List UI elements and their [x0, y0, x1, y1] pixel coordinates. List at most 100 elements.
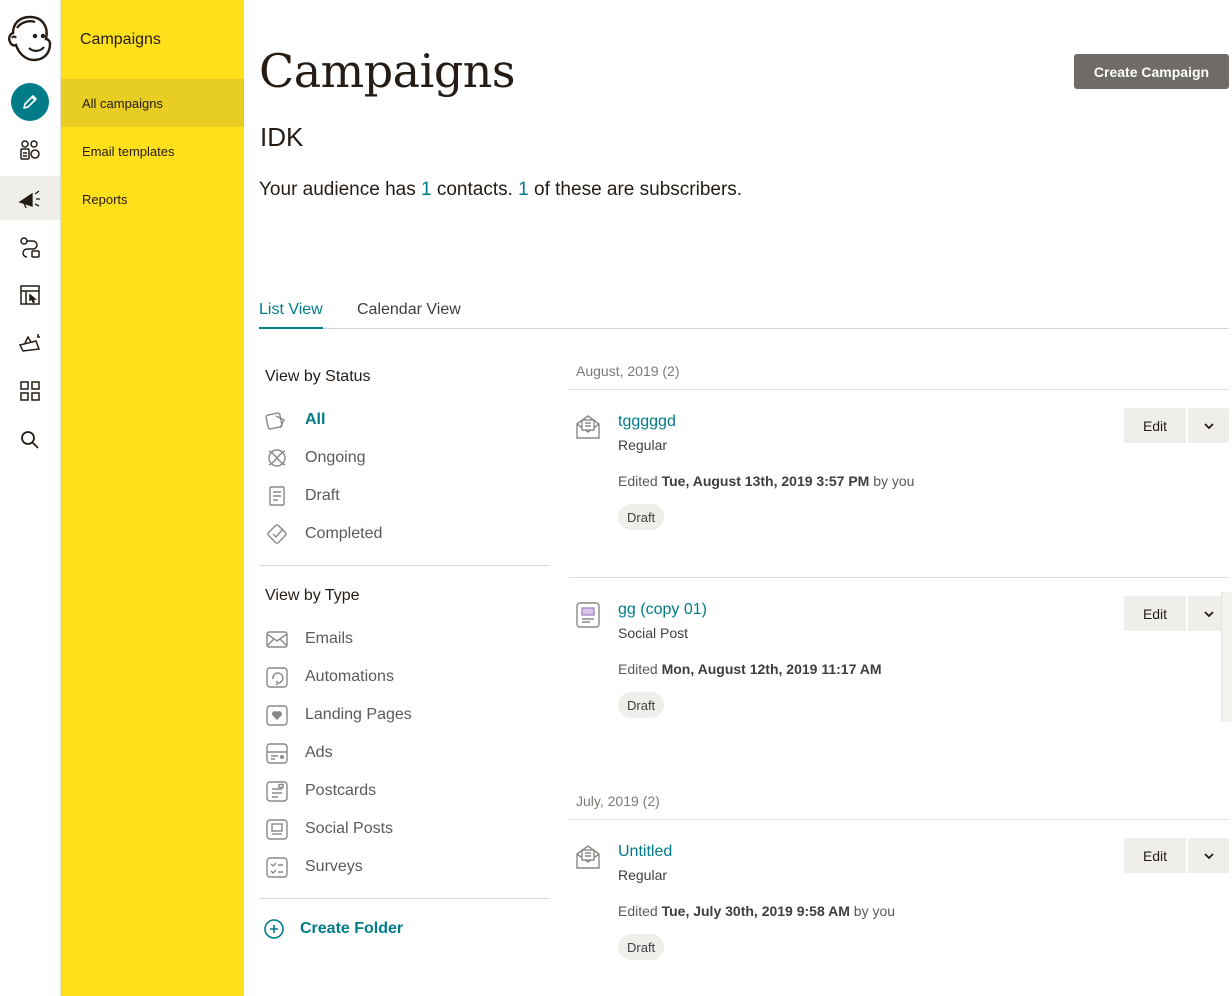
scrollbar[interactable]: [1221, 592, 1232, 722]
campaign-edited: Edited Tue, August 13th, 2019 3:57 PM by…: [618, 473, 914, 489]
icon-rail: [0, 0, 61, 996]
email-campaign-icon: [576, 415, 600, 439]
filter-ads[interactable]: Ads: [263, 739, 333, 767]
social-post-icon: [263, 815, 291, 843]
view-by-type-heading: View by Type: [265, 587, 360, 604]
edited-date: Mon, August 12th, 2019 11:17 AM: [661, 661, 882, 677]
filter-emails[interactable]: Emails: [263, 625, 353, 653]
survey-icon: [263, 853, 291, 881]
summary-middle: contacts.: [431, 179, 519, 200]
sidebar-item-reports[interactable]: Reports: [61, 175, 244, 223]
campaign-name[interactable]: gg (copy 01): [618, 601, 707, 619]
group-divider: [569, 819, 1229, 820]
filter-social-posts[interactable]: Social Posts: [263, 815, 393, 843]
create-folder-label: Create Folder: [300, 920, 404, 937]
filter-label: Automations: [305, 668, 394, 685]
landing-page-icon: [263, 701, 291, 729]
filter-label: Ongoing: [305, 449, 366, 466]
edited-suffix: by you: [869, 473, 915, 489]
group-heading-august: August, 2019 (2): [576, 363, 680, 379]
filter-automations[interactable]: Automations: [263, 663, 394, 691]
contacts-count[interactable]: 1: [421, 179, 432, 200]
filter-label: Ads: [305, 744, 333, 761]
filter-landing-pages[interactable]: Landing Pages: [263, 701, 412, 729]
campaign-type: Regular: [618, 437, 668, 453]
filter-label: Emails: [305, 630, 354, 647]
chevron-down-icon: [1203, 852, 1214, 859]
summary-prefix: Your audience has: [259, 179, 421, 200]
filter-surveys[interactable]: Surveys: [263, 853, 363, 881]
subscribers-count[interactable]: 1: [518, 179, 529, 200]
edit-button[interactable]: Edit: [1124, 838, 1186, 873]
group-heading-july: July, 2019 (2): [576, 793, 660, 809]
integrations-grid-icon[interactable]: [0, 369, 60, 413]
audience-icon[interactable]: [0, 128, 60, 172]
chevron-down-icon: [1203, 610, 1214, 617]
filter-ongoing[interactable]: Ongoing: [263, 444, 366, 472]
edited-date: Tue, July 30th, 2019 9:58 AM: [661, 903, 850, 919]
audience-summary: Your audience has 1 contacts. 1 of these…: [259, 179, 742, 201]
filter-label: Postcards: [305, 782, 377, 799]
filter-all[interactable]: All: [263, 406, 325, 434]
campaign-edited: Edited Tue, July 30th, 2019 9:58 AM by y…: [618, 903, 895, 919]
ads-icon: [263, 739, 291, 767]
filter-divider: [259, 565, 550, 566]
filter-postcards[interactable]: Postcards: [263, 777, 376, 805]
sidebar-item-email-templates[interactable]: Email templates: [61, 127, 244, 175]
create-folder-button[interactable]: Create Folder: [263, 916, 403, 942]
campaigns-megaphone-icon[interactable]: [0, 176, 60, 220]
sidebar-item-all-campaigns[interactable]: All campaigns: [61, 79, 244, 127]
automation-icon: [263, 663, 291, 691]
tab-list-view[interactable]: List View: [259, 301, 323, 329]
edited-prefix: Edited: [618, 661, 662, 677]
status-badge: Draft: [618, 692, 665, 718]
page-title: Campaigns: [259, 44, 516, 98]
search-icon[interactable]: [0, 418, 60, 462]
content-studio-icon[interactable]: [0, 321, 60, 365]
campaigns-sidebar: Campaigns All campaigns Email templates …: [61, 0, 244, 996]
email-icon: [263, 625, 291, 653]
filter-draft[interactable]: Draft: [263, 482, 340, 510]
tab-calendar-view[interactable]: Calendar View: [357, 301, 461, 329]
draft-icon: [263, 482, 291, 510]
ongoing-icon: [263, 444, 291, 472]
group-divider: [569, 389, 1229, 390]
website-icon[interactable]: [0, 273, 60, 317]
filter-label: Completed: [305, 525, 383, 542]
chevron-down-icon: [1203, 422, 1214, 429]
edited-date: Tue, August 13th, 2019 3:57 PM: [661, 473, 870, 489]
plus-circle-icon: [264, 919, 284, 939]
filter-label: Landing Pages: [305, 706, 412, 723]
create-pencil-icon[interactable]: [11, 83, 49, 121]
filter-label: Draft: [305, 487, 340, 504]
campaign-type: Social Post: [618, 625, 689, 641]
filter-completed[interactable]: Completed: [263, 520, 382, 548]
summary-suffix: of these are subscribers.: [528, 179, 743, 200]
status-badge: Draft: [618, 934, 665, 960]
view-tabs: List View Calendar View: [259, 298, 1229, 329]
campaign-name[interactable]: Untitled: [618, 843, 672, 861]
filter-label: Surveys: [305, 858, 363, 875]
postcard-icon: [263, 777, 291, 805]
completed-icon: [263, 520, 291, 548]
all-icon: [263, 406, 291, 434]
campaign-menu-button[interactable]: [1188, 408, 1229, 443]
campaign-name[interactable]: tgggggd: [618, 413, 676, 431]
mailchimp-logo[interactable]: [7, 14, 53, 64]
status-badge: Draft: [618, 504, 665, 530]
filter-label: All: [305, 411, 326, 428]
campaign-menu-button[interactable]: [1188, 838, 1229, 873]
edited-prefix: Edited: [618, 473, 662, 489]
email-campaign-icon: [576, 845, 600, 869]
edited-suffix: by you: [849, 903, 896, 919]
campaign-type: Regular: [618, 867, 668, 883]
row-divider: [569, 577, 1229, 578]
edited-prefix: Edited: [618, 903, 662, 919]
edit-button[interactable]: Edit: [1124, 408, 1186, 443]
view-by-status-heading: View by Status: [265, 368, 371, 385]
audience-name: IDK: [260, 122, 304, 152]
edit-button[interactable]: Edit: [1124, 596, 1186, 631]
filter-divider: [259, 898, 550, 899]
create-campaign-button[interactable]: Create Campaign: [1074, 54, 1229, 89]
automations-icon[interactable]: [0, 225, 60, 269]
